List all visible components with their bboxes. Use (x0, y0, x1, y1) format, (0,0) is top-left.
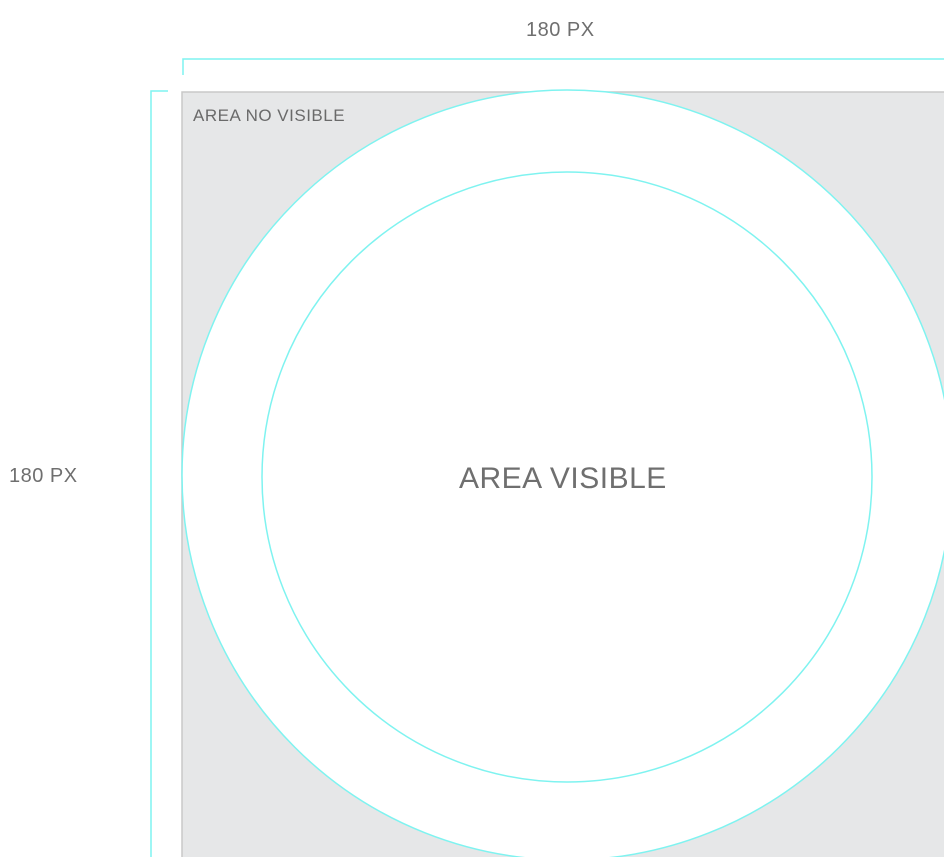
not-visible-area-label: AREA NO VISIBLE (193, 106, 346, 125)
width-dimension-label: 180 PX (526, 19, 595, 41)
height-dimension-label: 180 PX (9, 465, 78, 487)
width-dimension-line (182, 58, 944, 75)
height-dimension-line (150, 90, 168, 857)
area-diagram (150, 58, 944, 857)
visible-area-label: AREA VISIBLE (459, 462, 667, 495)
